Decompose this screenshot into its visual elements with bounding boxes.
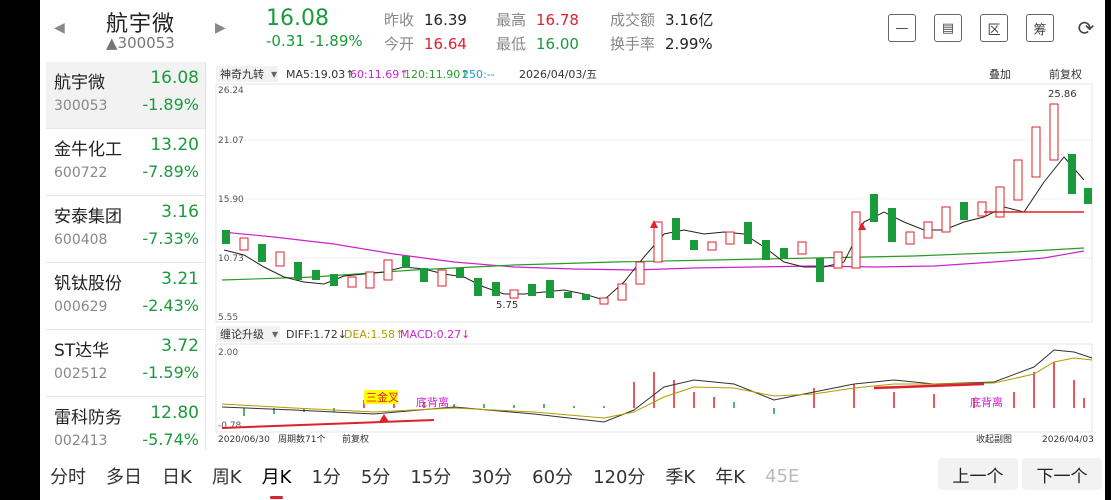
end-date: 2026/04/03 (1042, 435, 1094, 445)
sub-y-tick: 2.00 (218, 348, 238, 358)
adjust-small: 前复权 (342, 433, 369, 445)
chip-icon[interactable]: 筹 (1026, 14, 1054, 42)
ma60-line (221, 231, 1085, 271)
next-button[interactable]: 下一个 (1022, 458, 1102, 490)
tab-45e[interactable]: 45E (755, 466, 809, 487)
macd-bars (243, 362, 1085, 416)
toolbar-icons: — ▤ 区 筹 ⟳ (888, 14, 1100, 42)
low-price: 最低 16.00 (496, 35, 579, 53)
left-edge (0, 0, 40, 500)
list-item[interactable]: 金牛化工 600722 13.20 -7.89% (46, 129, 205, 196)
start-date: 2020/06/30 (218, 435, 270, 445)
list-item-change: -5.74% (142, 430, 199, 449)
next-stock-arrow-icon[interactable]: ▶ (215, 20, 226, 36)
tab-jik[interactable]: 季K (655, 463, 705, 489)
y-tick: 26.24 (218, 86, 244, 96)
open-price: 今开 16.64 (384, 35, 467, 53)
signal-label: 底背离 (970, 395, 1003, 409)
ma250-label: 250:-- (462, 68, 495, 81)
list-item[interactable]: 钒钛股份 000629 3.21 -2.43% (46, 263, 205, 330)
collapse-subchart-button[interactable]: 收起副图 (976, 433, 1012, 445)
region-icon[interactable]: 区 (980, 14, 1008, 42)
y-tick: 5.55 (218, 313, 238, 323)
list-item-price: 12.80 (150, 403, 199, 423)
diff-label: DIFF:1.72↓ (286, 328, 347, 341)
turnover: 成交额 3.16亿 (610, 11, 714, 29)
list-item[interactable]: 航宇微 300053 16.08 -1.89% (46, 62, 205, 129)
sub-y-tick: -0.78 (218, 421, 242, 431)
list-item-change: -7.89% (142, 162, 199, 181)
tab-5min[interactable]: 5分 (351, 463, 400, 489)
screen-icon[interactable]: ▤ (934, 14, 962, 42)
list-item-price: 3.16 (161, 202, 199, 222)
ma120-label: 120:11.90↑ (404, 68, 469, 81)
list-item-change: -2.43% (142, 296, 199, 315)
tab-15min[interactable]: 15分 (400, 463, 461, 489)
list-item-price: 16.08 (150, 68, 199, 88)
signal-label: 底背离 (416, 395, 449, 409)
high-label: 25.86 (1048, 89, 1077, 100)
signal-label: 三金叉 (366, 390, 399, 404)
high-price: 最高 16.78 (496, 11, 579, 29)
tab-niank[interactable]: 年K (705, 463, 755, 489)
overlay-button[interactable]: 叠加 (989, 68, 1011, 81)
list-item-change: -7.33% (142, 229, 199, 248)
prev-button[interactable]: 上一个 (938, 458, 1018, 490)
ma60-label: 60:11.69↑ (350, 68, 408, 81)
tab-60min[interactable]: 60分 (522, 463, 583, 489)
period-count: 周期数71个 (278, 433, 325, 445)
chevron-down-icon: ▼ (271, 70, 278, 79)
dea-label: DEA:1.58↑ (344, 328, 404, 341)
tab-zhouk[interactable]: 周K (202, 463, 252, 489)
kline-chart[interactable]: 神奇九转 ▼ MA5:19.03↑ 60:11.69↑ 120:11.90↑ 2… (214, 62, 1104, 446)
list-item-price: 3.21 (161, 269, 199, 289)
sub-indicator-label: 缠论升级 (220, 327, 264, 341)
stock-code: ▲300053 (106, 34, 175, 52)
tab-yuek[interactable]: 月K (252, 463, 302, 499)
rotate-icon[interactable]: ⟳ (1072, 14, 1100, 42)
tab-120min[interactable]: 120分 (583, 463, 655, 489)
adjust-button[interactable]: 前复权 (1049, 67, 1082, 81)
chart-date: 2026/04/03/五 (519, 68, 597, 81)
y-tick: 21.07 (218, 136, 244, 146)
tab-1min[interactable]: 1分 (301, 463, 350, 489)
list-item-price: 3.72 (161, 336, 199, 356)
y-tick: 15.90 (218, 195, 244, 205)
up-arrow-icon (379, 414, 389, 422)
current-price: 16.08 (266, 6, 329, 31)
right-edge (1105, 0, 1111, 500)
indicator-label: 神奇九转 (220, 67, 264, 81)
dea-line (221, 357, 1093, 419)
low-label: 5.75 (496, 300, 518, 311)
turnover-rate: 换手率 2.99% (610, 35, 713, 53)
trend-line (221, 419, 435, 429)
tab-duori[interactable]: 多日 (96, 463, 152, 489)
watchlist-sidebar: 航宇微 300053 16.08 -1.89% 金牛化工 600722 13.2… (46, 62, 206, 450)
ma5-label: MA5:19.03↑ (286, 68, 354, 81)
tab-fenshi[interactable]: 分时 (40, 463, 96, 489)
prev-stock-arrow-icon[interactable]: ◀ (54, 20, 65, 36)
macd-label: MACD:0.27↓ (400, 328, 470, 341)
list-item-change: -1.59% (142, 363, 199, 382)
tab-30min[interactable]: 30分 (461, 463, 522, 489)
minus-icon[interactable]: — (888, 14, 916, 42)
list-item[interactable]: 安泰集团 600408 3.16 -7.33% (46, 196, 205, 263)
chevron-down-icon: ▼ (272, 330, 279, 339)
list-item-price: 13.20 (150, 135, 199, 155)
list-item[interactable]: ST达华 002512 3.72 -1.59% (46, 330, 205, 397)
price-change: -0.31 -1.89% (266, 32, 363, 50)
tab-rik[interactable]: 日K (152, 463, 202, 489)
prev-close: 昨收 16.39 (384, 11, 467, 29)
y-tick: 10.73 (218, 254, 244, 264)
list-item-change: -1.89% (142, 95, 199, 114)
